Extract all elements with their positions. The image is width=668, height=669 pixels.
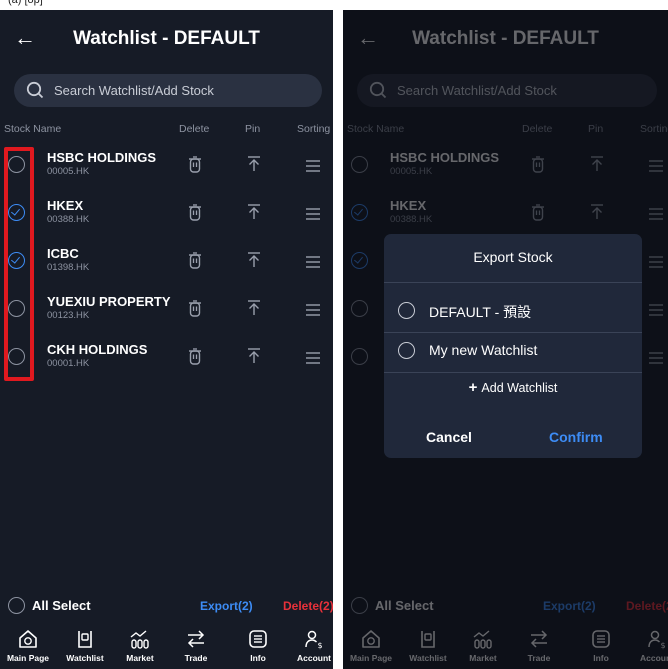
- nav-item-watchlist[interactable]: Watchlist: [57, 624, 113, 668]
- nav-label: Info: [250, 653, 266, 663]
- stock-row[interactable]: ICBC01398.HK: [0, 240, 333, 288]
- page-title: Watchlist - DEFAULT: [73, 28, 260, 49]
- export-button[interactable]: Export(2): [200, 599, 253, 613]
- column-delete: Delete: [179, 123, 210, 135]
- home-icon: [0, 628, 56, 650]
- panel-divider: [333, 10, 343, 669]
- pin-to-top-icon[interactable]: [247, 156, 261, 172]
- trash-icon[interactable]: [187, 156, 203, 174]
- stock-row[interactable]: CKH HOLDINGS00001.HK: [0, 336, 333, 384]
- nav-item-info[interactable]: Info: [230, 624, 286, 668]
- account-icon: $: [286, 628, 333, 650]
- pin-to-top-icon[interactable]: [247, 204, 261, 220]
- delete-button[interactable]: Delete(2): [283, 599, 333, 613]
- option-radio[interactable]: [398, 302, 415, 319]
- stock-code: 00005.HK: [47, 166, 90, 177]
- option-radio[interactable]: [398, 342, 415, 359]
- confirm-button[interactable]: Confirm: [549, 429, 603, 445]
- pin-to-top-icon[interactable]: [247, 252, 261, 268]
- add-watchlist-button[interactable]: + Add Watchlist: [384, 379, 642, 396]
- nav-item-market[interactable]: Market: [112, 624, 168, 668]
- search-input[interactable]: Search Watchlist/Add Stock: [14, 74, 322, 107]
- nav-label: Trade: [184, 653, 208, 663]
- column-pin: Pin: [245, 123, 261, 135]
- plus-icon: +: [468, 379, 478, 396]
- stock-code: 01398.HK: [47, 262, 90, 273]
- trash-icon[interactable]: [187, 204, 203, 222]
- nav-label: Main Page: [6, 653, 50, 663]
- header: ← Watchlist - DEFAULT: [0, 10, 333, 68]
- trade-icon: [168, 628, 224, 650]
- option-label: DEFAULT - 預設: [429, 304, 532, 320]
- cancel-button[interactable]: Cancel: [426, 429, 472, 445]
- select-all-radio[interactable]: [8, 597, 25, 614]
- checkbox-highlight-box: [4, 147, 34, 381]
- stock-code: 00001.HK: [47, 358, 90, 369]
- column-stock-name: Stock Name: [4, 123, 62, 135]
- nav-item-trade[interactable]: Trade: [168, 624, 224, 668]
- stock-name: YUEXIU PROPERTY: [47, 294, 171, 309]
- divider: [384, 282, 642, 283]
- trash-icon[interactable]: [187, 252, 203, 270]
- nav-label: Watchlist: [66, 653, 104, 663]
- column-sorting: Sorting: [297, 123, 331, 135]
- stock-code: 00388.HK: [47, 214, 90, 225]
- drag-handle-icon[interactable]: [306, 303, 320, 316]
- trash-icon[interactable]: [187, 300, 203, 318]
- figure-caption: (a) [op]: [8, 0, 43, 6]
- svg-text:$: $: [318, 641, 323, 650]
- bottom-actions: All Select Export(2) Delete(2): [0, 593, 333, 619]
- watchlist-option-default[interactable]: DEFAULT - 預設: [384, 291, 642, 331]
- market-icon: [112, 628, 168, 650]
- drag-handle-icon[interactable]: [306, 207, 320, 220]
- watchlist-screen: ← Watchlist - DEFAULT Search Watchlist/A…: [0, 10, 333, 669]
- trash-icon[interactable]: [187, 348, 203, 366]
- bottom-nav: Main Page Watchlist Market Trade Info $ Accoun…: [0, 622, 333, 669]
- drag-handle-icon[interactable]: [306, 351, 320, 364]
- stock-name: HSBC HOLDINGS: [47, 150, 157, 165]
- column-headers: Stock Name Delete Pin Sorting: [0, 123, 333, 139]
- dialog-title: Export Stock: [473, 249, 553, 265]
- nav-item-home[interactable]: Main Page: [0, 624, 56, 668]
- drag-handle-icon[interactable]: [306, 159, 320, 172]
- pin-to-top-icon[interactable]: [247, 348, 261, 364]
- drag-handle-icon[interactable]: [306, 255, 320, 268]
- search-placeholder: Search Watchlist/Add Stock: [54, 83, 214, 98]
- stock-row[interactable]: HKEX00388.HK: [0, 192, 333, 240]
- nav-label: Market: [126, 653, 154, 663]
- select-all-label[interactable]: All Select: [32, 598, 91, 613]
- stock-name: HKEX: [47, 198, 84, 213]
- stock-list: HSBC HOLDINGS00005.HKHKEX00388.HKICBC013…: [0, 144, 333, 384]
- watchlist-screen-export-dialog: ← Watchlist - DEFAULT Search Watchlist/A…: [343, 10, 668, 669]
- nav-item-account[interactable]: $ Account: [286, 624, 333, 668]
- watchlist-option-new[interactable]: My new Watchlist: [384, 331, 642, 371]
- stock-name: CKH HOLDINGS: [47, 342, 148, 357]
- stock-row[interactable]: YUEXIU PROPERTY00123.HK: [0, 288, 333, 336]
- export-stock-dialog: Export Stock DEFAULT - 預設 My new Watchli…: [384, 234, 642, 458]
- watchlist-icon: [57, 628, 113, 650]
- option-label: My new Watchlist: [429, 342, 538, 358]
- divider: [384, 372, 642, 373]
- stock-code: 00123.HK: [47, 310, 90, 321]
- nav-label: Account: [297, 653, 331, 663]
- info-icon: [230, 628, 286, 650]
- stock-row[interactable]: HSBC HOLDINGS00005.HK: [0, 144, 333, 192]
- search-icon: [26, 81, 44, 99]
- stock-name: ICBC: [47, 246, 79, 261]
- add-watchlist-label: Add Watchlist: [481, 381, 558, 395]
- pin-to-top-icon[interactable]: [247, 300, 261, 316]
